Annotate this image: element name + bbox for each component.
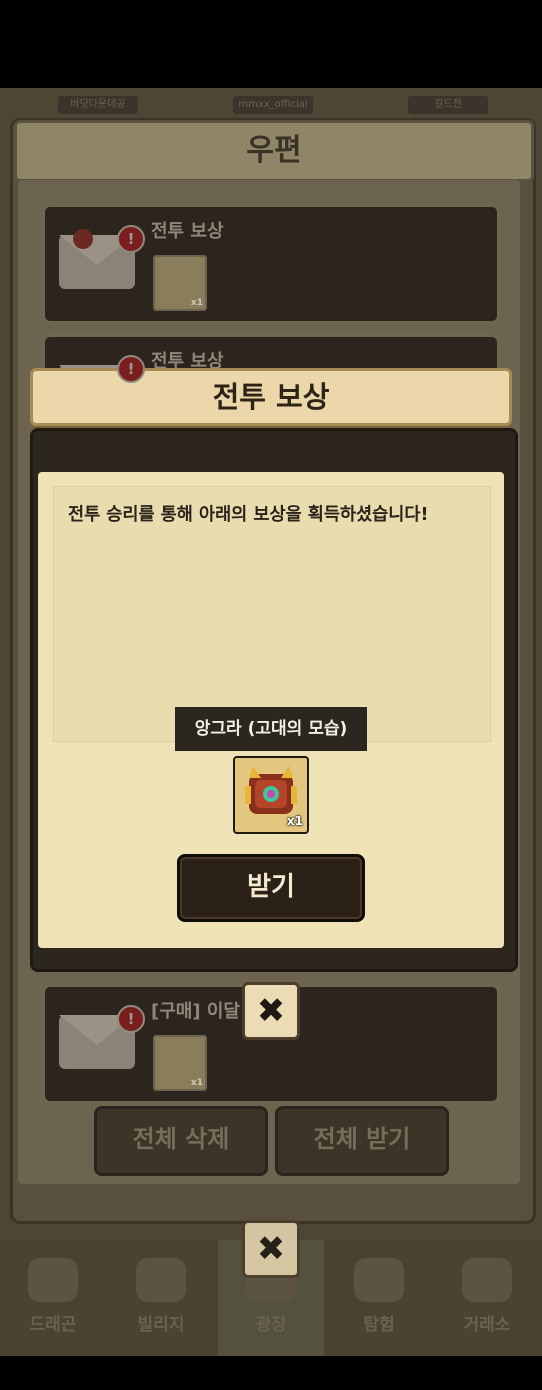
item-tooltip: 앙그라 (고대의 모습) — [175, 707, 367, 751]
reward-message: 전투 승리를 통해 아래의 보상을 획득하셨습니다! — [68, 505, 429, 525]
mail-title: [구매] 이달 — [151, 1001, 240, 1022]
item-qty: x1 — [190, 298, 203, 308]
seal-icon — [73, 229, 93, 249]
tab-explore[interactable]: 탐험 — [326, 1240, 432, 1356]
tab-village[interactable]: 빌리지 — [108, 1240, 214, 1356]
compass-icon — [354, 1258, 404, 1302]
mail-title: 전투 보상 — [151, 221, 224, 242]
tab-label: 빌리지 — [137, 1315, 185, 1335]
dragon-icon — [28, 1258, 78, 1302]
reward-thumbnail: x1 — [153, 1035, 207, 1091]
mailbox-header: 우편 — [14, 120, 534, 182]
mailbox-title: 우편 — [246, 133, 302, 168]
item-qty: x1 — [286, 814, 303, 828]
reward-item[interactable]: x1 — [233, 756, 309, 834]
tab-label: 드래곤 — [29, 1315, 77, 1335]
reward-modal: 전투 보상 전투 승리를 통해 아래의 보상을 획득하셨습니다! 앙그라 (고대… — [30, 368, 518, 972]
tab-dragon[interactable]: 드래곤 — [0, 1240, 106, 1356]
top-tag-3: 길드전 — [408, 96, 488, 114]
delete-all-button[interactable]: 전체 삭제 — [94, 1106, 268, 1176]
receive-all-button[interactable]: 전체 받기 — [275, 1106, 449, 1176]
modal-header: 전투 보상 — [30, 368, 512, 426]
receive-button[interactable]: 받기 — [177, 854, 365, 922]
modal-title: 전투 보상 — [212, 380, 330, 414]
tab-label: 탐험 — [363, 1315, 395, 1335]
alert-badge: ! — [117, 355, 145, 383]
top-tag-1: 바닷다운데공 — [58, 96, 138, 114]
village-icon — [136, 1258, 186, 1302]
alert-badge: ! — [117, 225, 145, 253]
tab-label: 광장 — [255, 1315, 287, 1335]
message-box: 전투 승리를 통해 아래의 보상을 획득하셨습니다! — [53, 486, 491, 742]
exchange-icon — [462, 1258, 512, 1302]
top-tag-2: mmxx_official — [233, 96, 313, 114]
reward-thumbnail: x1 — [153, 255, 207, 311]
mail-item[interactable]: ! 전투 보상 x1 — [42, 204, 500, 324]
close-icon[interactable]: ✖ — [242, 1220, 300, 1278]
close-icon[interactable]: ✖ — [242, 982, 300, 1040]
tab-label: 거래소 — [463, 1315, 511, 1335]
tab-exchange[interactable]: 거래소 — [434, 1240, 540, 1356]
item-qty: x1 — [190, 1078, 203, 1088]
alert-badge: ! — [117, 1005, 145, 1033]
